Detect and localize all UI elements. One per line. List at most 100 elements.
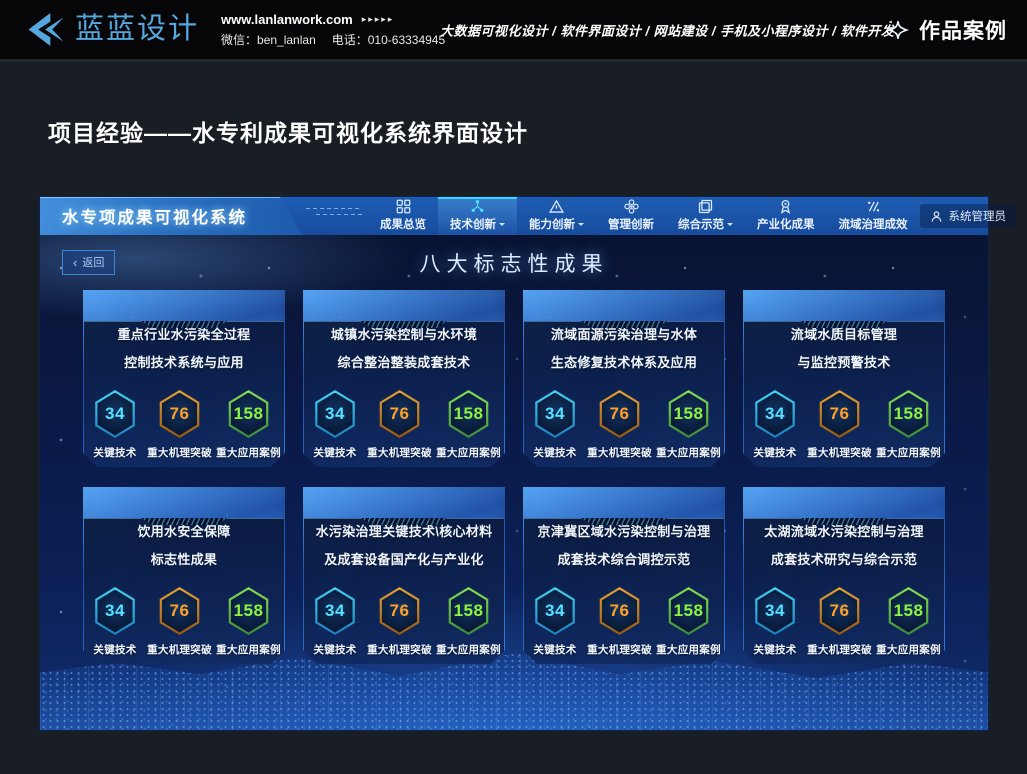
hexagon-badge-cyan: 34 xyxy=(93,390,137,438)
stat-label: 关键技术 xyxy=(533,642,576,657)
stat-label: 重大机理突破 xyxy=(587,642,652,657)
card-ornament xyxy=(141,518,227,525)
dashboard-navbar: 水专项成果可视化系统 成果总览 xyxy=(40,197,988,235)
nav-tab-industrialization-results[interactable]: 产业化成果 xyxy=(745,197,827,235)
hexagon-badge-orange: 76 xyxy=(598,390,642,438)
card-title-line2: 综合整治整装成套技术 xyxy=(304,349,504,377)
card-ornament xyxy=(581,321,667,328)
nav-tab-basin-governance[interactable]: 流域治理成效 xyxy=(827,197,920,235)
grid-icon xyxy=(396,199,411,214)
achievement-card[interactable]: 太湖流域水污染控制与治理 成套技术研究与综合示范 34关键技术 76重大机理突破… xyxy=(743,487,945,664)
back-button[interactable]: ‹ 返回 xyxy=(62,250,115,275)
hexagon-badge-cyan: 34 xyxy=(93,587,137,635)
stat-label: 重大应用案例 xyxy=(876,642,941,657)
stat-label: 重大应用案例 xyxy=(876,445,941,460)
stat-label: 重大应用案例 xyxy=(216,445,281,460)
stat-label: 关键技术 xyxy=(93,642,136,657)
stat-value: 76 xyxy=(830,404,850,424)
molecule-icon xyxy=(470,199,485,214)
stat-label: 重大机理突破 xyxy=(367,642,432,657)
cards-grid: 重点行业水污染全过程 控制技术系统与应用 34关键技术 76重大机理突破 158… xyxy=(83,290,945,664)
achievement-card[interactable]: 流域水质目标管理 与监控预警技术 34关键技术 76重大机理突破 158重大应用… xyxy=(743,290,945,467)
achievement-card[interactable]: 流域面源污染治理与水体 生态修复技术体系及应用 34关键技术 76重大机理突破 … xyxy=(523,290,725,467)
hexagon-badge-orange: 76 xyxy=(818,587,862,635)
sparkle-icon xyxy=(886,18,910,42)
card-title-line2: 生态修复技术体系及应用 xyxy=(524,349,724,377)
nav-tab-label: 产业化成果 xyxy=(757,216,815,232)
hexagon-badge-green: 158 xyxy=(667,587,711,635)
stat-value: 34 xyxy=(765,404,785,424)
stat-label: 重大应用案例 xyxy=(656,642,721,657)
hexagon-badge-cyan: 34 xyxy=(753,390,797,438)
achievement-card[interactable]: 水污染治理关键技术\核心材料 及成套设备国产化与产业化 34关键技术 76重大机… xyxy=(303,487,505,664)
hexagon-badge-cyan: 34 xyxy=(533,390,577,438)
stat-value: 158 xyxy=(234,601,264,621)
user-menu[interactable]: 系统管理员 xyxy=(920,204,1017,228)
brand-name: 蓝蓝设计 xyxy=(75,15,199,44)
stat-value: 34 xyxy=(765,601,785,621)
card-ornament xyxy=(141,321,227,328)
services-list: 大数据可视化设计 / 软件界面设计 / 网站建设 / 手机及小程序设计 / 软件… xyxy=(440,20,894,39)
layers-icon xyxy=(698,199,713,214)
nav-tab-tech-innovation[interactable]: 技术创新 xyxy=(438,197,517,235)
stat-value: 76 xyxy=(170,404,190,424)
nav-tab-capability-innovation[interactable]: 能力创新 xyxy=(517,197,596,235)
hexagon-badge-green: 158 xyxy=(447,587,491,635)
portfolio-link[interactable]: 作品案例 xyxy=(886,15,1007,45)
stat-label: 重大机理突破 xyxy=(807,642,872,657)
triangle-icon xyxy=(549,199,564,214)
stat-label: 关键技术 xyxy=(313,445,356,460)
hexagon-badge-green: 158 xyxy=(447,390,491,438)
stat-label: 重大应用案例 xyxy=(216,642,281,657)
stat-value: 158 xyxy=(894,601,924,621)
nav-tab-label: 能力创新 xyxy=(529,216,575,232)
wechat-info: 微信：ben_lanlan xyxy=(221,31,316,48)
hexagon-badge-green: 158 xyxy=(227,390,271,438)
page-title: 项目经验——水专利成果可视化系统界面设计 xyxy=(48,114,528,148)
card-ornament xyxy=(801,321,887,328)
card-title-line2: 及成套设备国产化与产业化 xyxy=(304,546,504,574)
user-name: 系统管理员 xyxy=(949,208,1007,224)
hexagon-badge-orange: 76 xyxy=(378,390,422,438)
chevron-left-icon: ‹ xyxy=(73,256,77,269)
stat-value: 76 xyxy=(390,601,410,621)
stat-label: 重大应用案例 xyxy=(436,445,501,460)
contact-block: www.lanlanwork.com ▸▸▸▸▸ 微信：ben_lanlan 电… xyxy=(221,12,445,48)
stat-value: 34 xyxy=(545,404,565,424)
nav-tab-management-innovation[interactable]: 管理创新 xyxy=(596,197,666,235)
stat-value: 158 xyxy=(454,601,484,621)
stat-label: 重大机理突破 xyxy=(367,445,432,460)
nav-tab-label: 管理创新 xyxy=(608,216,654,232)
portfolio-label: 作品案例 xyxy=(919,15,1007,45)
stat-value: 76 xyxy=(610,404,630,424)
stat-label: 重大机理突破 xyxy=(807,445,872,460)
stat-label: 重大应用案例 xyxy=(656,445,721,460)
hexagon-badge-cyan: 34 xyxy=(753,587,797,635)
nav-tab-results-overview[interactable]: 成果总览 xyxy=(368,197,438,235)
stat-value: 76 xyxy=(830,601,850,621)
stat-value: 158 xyxy=(674,601,704,621)
chevron-down-icon xyxy=(578,223,584,229)
nav-tab-comprehensive-demo[interactable]: 综合示范 xyxy=(666,197,745,235)
card-title-line2: 控制技术系统与应用 xyxy=(84,349,284,377)
arrows-decoration: ▸▸▸▸▸ xyxy=(362,14,395,25)
chevron-down-icon xyxy=(499,223,505,229)
dashboard-body: ‹ 返回 八大标志性成果 重点行业水污染全过程 控制技术系统与应用 34关键技术… xyxy=(40,235,988,730)
achievement-card[interactable]: 城镇水污染控制与水环境 综合整治整装成套技术 34关键技术 76重大机理突破 1… xyxy=(303,290,505,467)
brand-logo[interactable]: 蓝蓝设计 xyxy=(26,11,199,48)
achievement-card[interactable]: 京津冀区域水污染控制与治理 成套技术综合调控示范 34关键技术 76重大机理突破… xyxy=(523,487,725,664)
navbar-right: 系统管理员 xyxy=(920,197,1027,235)
achievement-card[interactable]: 饮用水安全保障 标志性成果 34关键技术 76重大机理突破 158重大应用案例 xyxy=(83,487,285,664)
medal-icon xyxy=(778,199,793,214)
hexagon-badge-green: 158 xyxy=(887,390,931,438)
stat-value: 34 xyxy=(325,404,345,424)
hexagon-badge-cyan: 34 xyxy=(533,587,577,635)
phone-info: 电话：010-63334945 xyxy=(332,31,445,48)
card-ornament xyxy=(361,321,447,328)
achievement-card[interactable]: 重点行业水污染全过程 控制技术系统与应用 34关键技术 76重大机理突破 158… xyxy=(83,290,285,467)
hexagon-badge-orange: 76 xyxy=(598,587,642,635)
card-title-line2: 标志性成果 xyxy=(84,546,284,574)
hexagon-badge-orange: 76 xyxy=(158,390,202,438)
stat-label: 关键技术 xyxy=(533,445,576,460)
system-title: 水专项成果可视化系统 xyxy=(62,204,247,228)
